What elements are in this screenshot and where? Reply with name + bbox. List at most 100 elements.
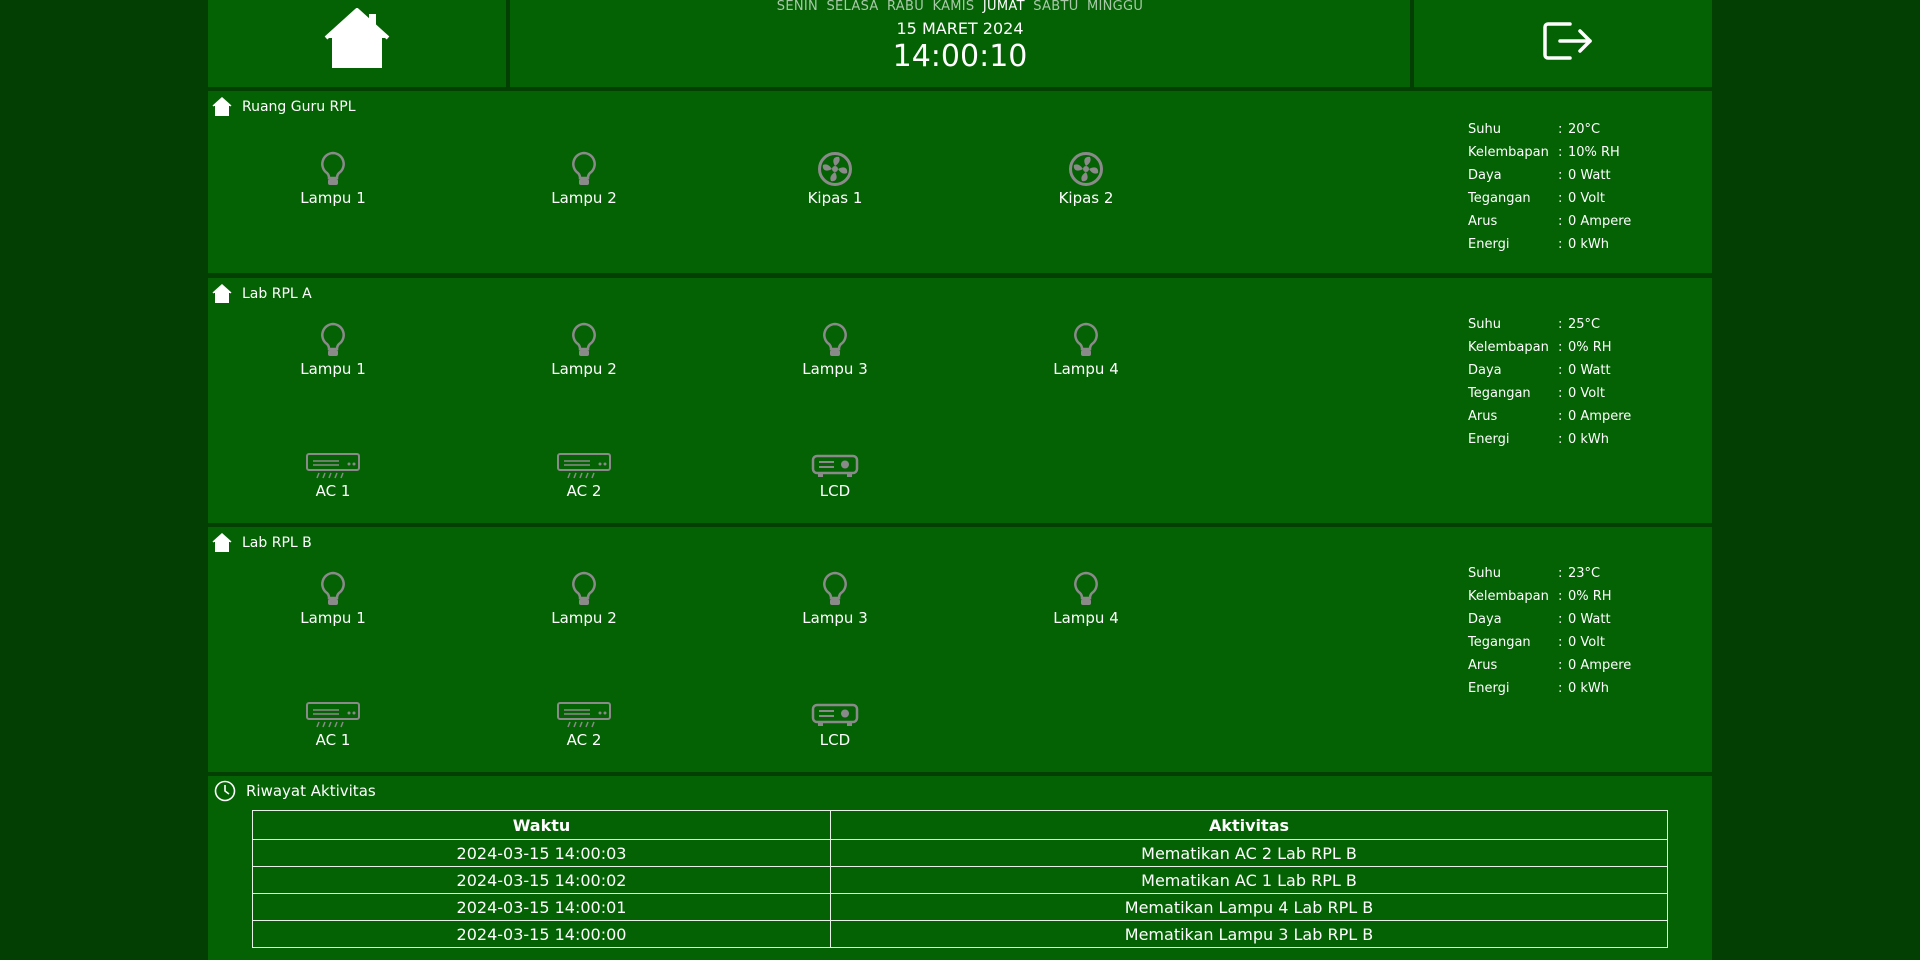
stat-value: 0 Volt <box>1568 386 1605 401</box>
room-stats: Suhu:23°C Kelembapan:0% RH Daya:0 Watt T… <box>1468 562 1631 700</box>
room-panel-lab-rpl-b: Lab RPL B Lampu 1 Lampu 2 Lampu 3 Lampu … <box>208 527 1712 772</box>
device-label: Lampu 2 <box>551 189 617 207</box>
cell-activity: Mematikan Lampu 4 Lab RPL B <box>830 893 1668 921</box>
cell-activity: Mematikan AC 1 Lab RPL B <box>830 866 1668 894</box>
weekday-active: JUMAT <box>982 0 1025 14</box>
header-home-panel <box>208 0 506 87</box>
room-name: Lab RPL A <box>242 286 312 302</box>
device-lampu-1[interactable]: Lampu 1 <box>263 151 403 207</box>
bulb-icon <box>321 322 345 356</box>
stat-value: 23°C <box>1568 566 1601 581</box>
device-label: Lampu 1 <box>300 189 366 207</box>
stat-label: Suhu <box>1468 122 1501 137</box>
room-stats: Suhu:20°C Kelembapan:10% RH Daya:0 Watt … <box>1468 118 1631 256</box>
device-lampu-2[interactable]: Lampu 2 <box>514 322 654 378</box>
device-label: AC 2 <box>566 731 602 749</box>
stat-value: 0% RH <box>1568 589 1612 604</box>
bulb-icon <box>321 571 345 605</box>
stat-label: Energi <box>1468 432 1510 447</box>
history-table: Waktu Aktivitas 2024-03-15 14:00:03 Mema… <box>252 810 1668 948</box>
stat-value: 0% RH <box>1568 340 1612 355</box>
device-label: AC 1 <box>315 731 351 749</box>
weekday: MINGGU <box>1086 0 1144 14</box>
device-lampu-1[interactable]: Lampu 1 <box>263 571 403 627</box>
stat-label: Kelembapan <box>1468 340 1549 355</box>
activity-history-panel: Riwayat Aktivitas Waktu Aktivitas 2024-0… <box>208 776 1712 960</box>
stat-label: Daya <box>1468 612 1502 627</box>
weekday: RABU <box>887 0 925 14</box>
home-icon <box>212 284 232 303</box>
device-ac-1[interactable]: AC 1 <box>263 701 403 749</box>
device-lampu-4[interactable]: Lampu 4 <box>1016 571 1156 627</box>
clock-icon <box>214 780 236 802</box>
stat-value: 0 Watt <box>1568 363 1611 378</box>
device-ac-1[interactable]: AC 1 <box>263 452 403 500</box>
current-date: 15 MARET 2024 <box>896 19 1024 38</box>
weekday: SENIN <box>776 0 819 14</box>
device-label: AC 1 <box>315 482 351 500</box>
device-lampu-3[interactable]: Lampu 3 <box>765 571 905 627</box>
device-lampu-4[interactable]: Lampu 4 <box>1016 322 1156 378</box>
stat-value: 0 Ampere <box>1568 658 1632 673</box>
stat-label: Arus <box>1468 409 1498 424</box>
home-icon <box>212 533 232 552</box>
device-kipas-1[interactable]: Kipas 1 <box>765 151 905 207</box>
room-title: Ruang Guru RPL <box>212 97 356 117</box>
device-lcd[interactable]: LCD <box>765 701 905 749</box>
logout-icon[interactable] <box>1542 20 1594 62</box>
stat-value: 0 Watt <box>1568 612 1611 627</box>
room-panel-ruang-guru: Ruang Guru RPL Lampu 1 Lampu 2 Kipas 1 K… <box>208 91 1712 273</box>
device-ac-2[interactable]: AC 2 <box>514 452 654 500</box>
projector-icon <box>811 454 859 477</box>
device-lcd[interactable]: LCD <box>765 452 905 500</box>
device-label: LCD <box>819 482 851 500</box>
room-name: Lab RPL B <box>242 535 312 551</box>
stat-value: 0 Ampere <box>1568 214 1632 229</box>
device-lampu-3[interactable]: Lampu 3 <box>765 322 905 378</box>
table-header-row: Waktu Aktivitas <box>252 810 1668 840</box>
home-icon[interactable] <box>324 8 390 70</box>
history-title: Riwayat Aktivitas <box>214 780 376 802</box>
stat-label: Arus <box>1468 214 1498 229</box>
table-row: 2024-03-15 14:00:02 Mematikan AC 1 Lab R… <box>252 866 1668 894</box>
stat-value: 10% RH <box>1568 145 1620 160</box>
weekday: SELASA <box>826 0 879 14</box>
device-lampu-2[interactable]: Lampu 2 <box>514 571 654 627</box>
device-kipas-2[interactable]: Kipas 2 <box>1016 151 1156 207</box>
room-stats: Suhu:25°C Kelembapan:0% RH Daya:0 Watt T… <box>1468 313 1631 451</box>
ac-icon <box>306 702 360 728</box>
room-title: Lab RPL A <box>212 284 312 304</box>
device-lampu-1[interactable]: Lampu 1 <box>263 322 403 378</box>
stat-label: Kelembapan <box>1468 589 1549 604</box>
stat-value: 25°C <box>1568 317 1601 332</box>
stat-value: 0 Ampere <box>1568 409 1632 424</box>
bulb-icon <box>572 571 596 605</box>
stat-label: Suhu <box>1468 566 1501 581</box>
stat-label: Energi <box>1468 237 1510 252</box>
device-label: Lampu 1 <box>300 609 366 627</box>
device-label: LCD <box>819 731 851 749</box>
device-label: Lampu 3 <box>802 609 868 627</box>
column-header-activity: Aktivitas <box>830 810 1668 840</box>
table-row: 2024-03-15 14:00:01 Mematikan Lampu 4 La… <box>252 893 1668 921</box>
bulb-icon <box>1074 322 1098 356</box>
stat-value: 20°C <box>1568 122 1601 137</box>
bulb-icon <box>1074 571 1098 605</box>
device-ac-2[interactable]: AC 2 <box>514 701 654 749</box>
device-label: Lampu 2 <box>551 360 617 378</box>
device-label: AC 2 <box>566 482 602 500</box>
device-label: Lampu 2 <box>551 609 617 627</box>
stat-label: Daya <box>1468 363 1502 378</box>
home-icon <box>212 97 232 116</box>
ac-icon <box>557 702 611 728</box>
bulb-icon <box>572 322 596 356</box>
device-lampu-2[interactable]: Lampu 2 <box>514 151 654 207</box>
column-header-time: Waktu <box>252 810 831 840</box>
device-label: Lampu 4 <box>1053 609 1119 627</box>
room-name: Ruang Guru RPL <box>242 99 356 115</box>
weekday-list: SENIN SELASA RABU KAMIS JUMAT SABTU MING… <box>510 0 1410 14</box>
room-panel-lab-rpl-a: Lab RPL A Lampu 1 Lampu 2 Lampu 3 Lampu … <box>208 278 1712 523</box>
room-title: Lab RPL B <box>212 533 312 553</box>
device-label: Lampu 1 <box>300 360 366 378</box>
stat-label: Kelembapan <box>1468 145 1549 160</box>
